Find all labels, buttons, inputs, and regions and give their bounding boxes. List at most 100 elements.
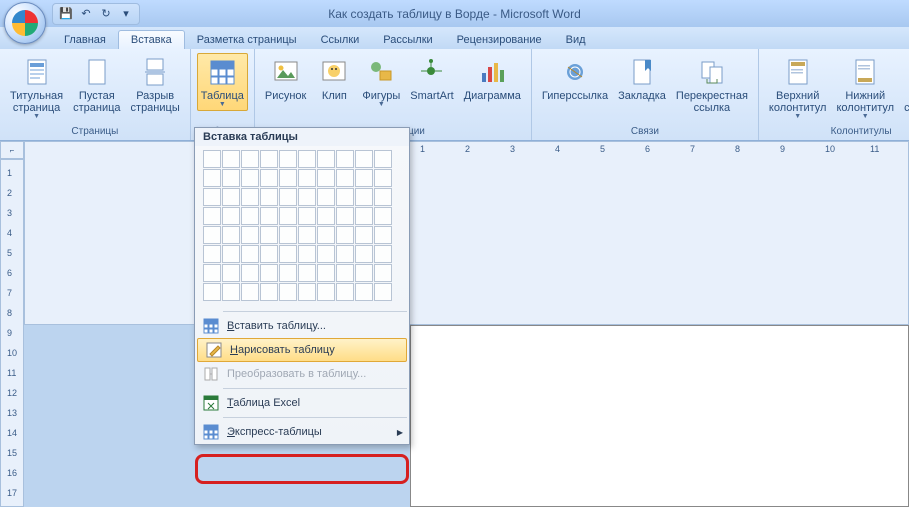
- grid-cell[interactable]: [203, 226, 221, 244]
- grid-cell[interactable]: [260, 150, 278, 168]
- grid-cell[interactable]: [260, 264, 278, 282]
- grid-cell[interactable]: [374, 169, 392, 187]
- grid-cell[interactable]: [317, 207, 335, 225]
- page[interactable]: [410, 325, 909, 507]
- grid-cell[interactable]: [336, 283, 354, 301]
- tab-ссылки[interactable]: Ссылки: [309, 31, 372, 49]
- tab-разметка страницы[interactable]: Разметка страницы: [185, 31, 309, 49]
- grid-cell[interactable]: [203, 207, 221, 225]
- grid-cell[interactable]: [336, 150, 354, 168]
- clip-button[interactable]: Клип: [312, 53, 356, 105]
- grid-cell[interactable]: [260, 245, 278, 263]
- grid-cell[interactable]: [336, 207, 354, 225]
- horizontal-ruler[interactable]: 1234567891011: [24, 141, 909, 325]
- grid-cell[interactable]: [298, 245, 316, 263]
- grid-cell[interactable]: [298, 264, 316, 282]
- grid-cell[interactable]: [241, 226, 259, 244]
- grid-cell[interactable]: [222, 150, 240, 168]
- tab-главная[interactable]: Главная: [52, 31, 118, 49]
- grid-cell[interactable]: [336, 226, 354, 244]
- grid-cell[interactable]: [355, 207, 373, 225]
- grid-cell[interactable]: [374, 150, 392, 168]
- grid-cell[interactable]: [260, 188, 278, 206]
- tab-рецензирование[interactable]: Рецензирование: [445, 31, 554, 49]
- redo-icon[interactable]: ↻: [99, 7, 113, 21]
- grid-cell[interactable]: [355, 283, 373, 301]
- picture-button[interactable]: Рисунок: [261, 53, 311, 105]
- grid-cell[interactable]: [241, 169, 259, 187]
- grid-cell[interactable]: [317, 264, 335, 282]
- grid-cell[interactable]: [222, 283, 240, 301]
- grid-cell[interactable]: [298, 188, 316, 206]
- grid-cell[interactable]: [241, 188, 259, 206]
- table-button[interactable]: Таблица▼: [197, 53, 248, 111]
- menu-item-excel-table[interactable]: Таблица Excel: [195, 391, 409, 415]
- grid-cell[interactable]: [355, 188, 373, 206]
- document-area[interactable]: [24, 325, 909, 507]
- page-number-button[interactable]: #Номер страницы▼: [900, 53, 909, 123]
- menu-item-insert-table[interactable]: Вставить таблицу...: [195, 314, 409, 338]
- grid-cell[interactable]: [298, 283, 316, 301]
- hyperlink-button[interactable]: Гиперссылка: [538, 53, 612, 105]
- menu-item-quick-tables[interactable]: Экспресс-таблицы▶: [195, 420, 409, 444]
- grid-cell[interactable]: [241, 264, 259, 282]
- grid-cell[interactable]: [298, 226, 316, 244]
- tab-вид[interactable]: Вид: [554, 31, 598, 49]
- grid-cell[interactable]: [203, 169, 221, 187]
- grid-cell[interactable]: [355, 226, 373, 244]
- table-size-grid[interactable]: [195, 146, 409, 309]
- grid-cell[interactable]: [241, 283, 259, 301]
- grid-cell[interactable]: [317, 226, 335, 244]
- grid-cell[interactable]: [336, 264, 354, 282]
- grid-cell[interactable]: [279, 226, 297, 244]
- grid-cell[interactable]: [336, 188, 354, 206]
- grid-cell[interactable]: [241, 150, 259, 168]
- smartart-button[interactable]: SmartArt: [406, 53, 457, 105]
- grid-cell[interactable]: [203, 188, 221, 206]
- grid-cell[interactable]: [260, 169, 278, 187]
- grid-cell[interactable]: [222, 169, 240, 187]
- grid-cell[interactable]: [374, 264, 392, 282]
- grid-cell[interactable]: [260, 226, 278, 244]
- tab-рассылки[interactable]: Рассылки: [371, 31, 444, 49]
- grid-cell[interactable]: [241, 245, 259, 263]
- grid-cell[interactable]: [355, 264, 373, 282]
- grid-cell[interactable]: [355, 150, 373, 168]
- grid-cell[interactable]: [203, 283, 221, 301]
- grid-cell[interactable]: [203, 245, 221, 263]
- grid-cell[interactable]: [317, 283, 335, 301]
- blank-page-button[interactable]: Пустая страница: [69, 53, 124, 117]
- grid-cell[interactable]: [298, 169, 316, 187]
- grid-cell[interactable]: [355, 245, 373, 263]
- grid-cell[interactable]: [222, 245, 240, 263]
- page-break-button[interactable]: Разрыв страницы: [127, 53, 184, 117]
- grid-cell[interactable]: [260, 283, 278, 301]
- undo-icon[interactable]: ↶: [79, 7, 93, 21]
- grid-cell[interactable]: [222, 226, 240, 244]
- grid-cell[interactable]: [279, 264, 297, 282]
- grid-cell[interactable]: [260, 207, 278, 225]
- menu-item-draw-table[interactable]: Нарисовать таблицу: [197, 338, 407, 362]
- grid-cell[interactable]: [317, 245, 335, 263]
- grid-cell[interactable]: [355, 169, 373, 187]
- grid-cell[interactable]: [317, 169, 335, 187]
- grid-cell[interactable]: [298, 207, 316, 225]
- header-button[interactable]: Верхний колонтитул▼: [765, 53, 831, 123]
- grid-cell[interactable]: [374, 207, 392, 225]
- grid-cell[interactable]: [279, 207, 297, 225]
- grid-cell[interactable]: [374, 188, 392, 206]
- title-page-button[interactable]: Титульная страница▼: [6, 53, 67, 123]
- grid-cell[interactable]: [222, 264, 240, 282]
- ruler-corner[interactable]: ⌐: [0, 141, 24, 159]
- grid-cell[interactable]: [336, 245, 354, 263]
- grid-cell[interactable]: [279, 169, 297, 187]
- grid-cell[interactable]: [317, 150, 335, 168]
- grid-cell[interactable]: [317, 188, 335, 206]
- grid-cell[interactable]: [279, 150, 297, 168]
- chart-button[interactable]: Диаграмма: [460, 53, 525, 105]
- grid-cell[interactable]: [374, 245, 392, 263]
- grid-cell[interactable]: [279, 283, 297, 301]
- grid-cell[interactable]: [374, 283, 392, 301]
- grid-cell[interactable]: [203, 264, 221, 282]
- office-button[interactable]: [4, 2, 46, 44]
